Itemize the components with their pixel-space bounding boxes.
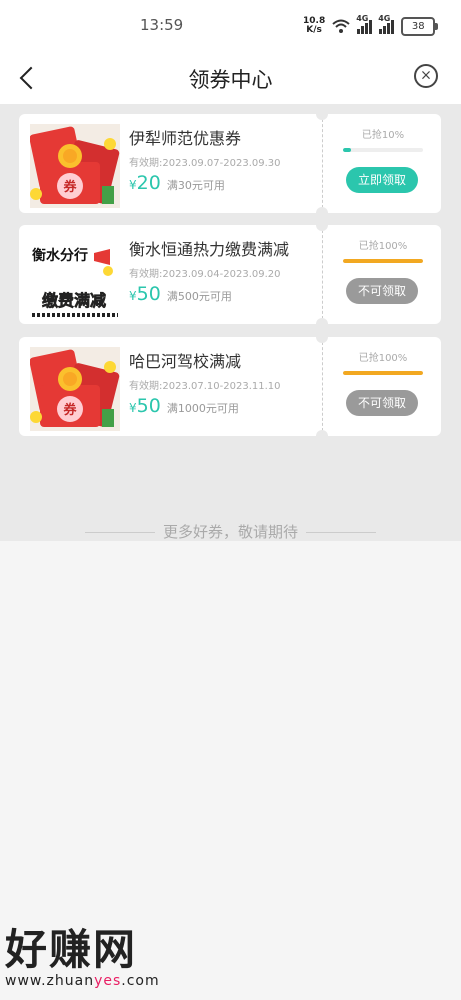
signal-icon: 4G: [356, 14, 373, 34]
coupon-date: 有效期:2023.07.10-2023.11.10: [129, 381, 281, 392]
coupon-card[interactable]: 券 伊犁师范优惠券 有效期:2023.09.07-2023.09.30 ¥20 满…: [19, 108, 441, 219]
claim-button[interactable]: 不可领取: [346, 278, 418, 304]
coupon-date: 有效期:2023.09.07-2023.09.30: [129, 158, 281, 169]
battery-icon: 38: [401, 16, 439, 36]
coupon-list: 券 伊犁师范优惠券 有效期:2023.09.07-2023.09.30 ¥20 满…: [0, 104, 461, 541]
svg-text:券: 券: [62, 179, 77, 195]
divider: [322, 337, 323, 436]
close-circle-icon[interactable]: ×: [414, 64, 438, 88]
progress-bar: [343, 371, 423, 375]
status-bar: 13:59 10.8 K/s 4G 4G 38: [0, 0, 461, 52]
coupon-price: ¥50 满500元可用: [129, 283, 232, 305]
coupon-title: 伊犁师范优惠券: [129, 129, 242, 148]
progress-bar: [343, 148, 423, 152]
divider: [322, 114, 323, 213]
coupon-amount: 20: [136, 172, 161, 194]
coupon-price: ¥20 满30元可用: [129, 172, 225, 194]
net-speed: 10.8 K/s: [303, 16, 326, 35]
page-title: 领券中心: [188, 68, 273, 92]
signal-icon-2: 4G: [378, 14, 395, 34]
red-envelope-image: 券: [30, 347, 120, 431]
red-envelope-image: 券: [30, 124, 120, 208]
svg-text:券: 券: [62, 402, 77, 418]
coupon-card[interactable]: 券 哈巴河驾校满减 有效期:2023.07.10-2023.11.10 ¥50 满…: [19, 331, 441, 442]
coupon-title: 衡水恒通热力缴费满减: [129, 240, 290, 259]
coupon-card[interactable]: 衡水分行 缴费满减 衡水恒通热力缴费满减 有效期:2023.09.04-2023…: [19, 219, 441, 330]
coupon-condition: 满500元可用: [166, 290, 232, 303]
divider: [322, 225, 323, 324]
coupon-condition: 满1000元可用: [166, 402, 239, 415]
coupon-title: 哈巴河驾校满减: [129, 352, 242, 371]
claim-button[interactable]: 立即领取: [346, 167, 418, 193]
hengshui-banner-image: 衡水分行 缴费满减: [30, 235, 120, 319]
more-coupons-note: 更多好券，敬请期待: [0, 521, 461, 542]
status-indicators: 10.8 K/s 4G 4G 38: [303, 14, 439, 38]
coupon-condition: 满30元可用: [166, 179, 225, 192]
coupon-date: 有效期:2023.09.04-2023.09.20: [129, 269, 281, 280]
coupon-price: ¥50 满1000元可用: [129, 395, 239, 417]
progress-bar: [343, 259, 423, 263]
taken-label: 已抢10%: [361, 130, 405, 141]
coupon-amount: 50: [136, 395, 161, 417]
coupon-amount: 50: [136, 283, 161, 305]
wifi-icon: [332, 19, 350, 33]
watermark-logo: 好赚网 www.zhuanyes.com: [5, 925, 160, 989]
status-time: 13:59: [140, 16, 184, 34]
taken-label: 已抢100%: [358, 353, 408, 364]
claim-button[interactable]: 不可领取: [346, 390, 418, 416]
nav-bar: 领券中心 ×: [0, 52, 461, 104]
taken-label: 已抢100%: [358, 241, 408, 252]
